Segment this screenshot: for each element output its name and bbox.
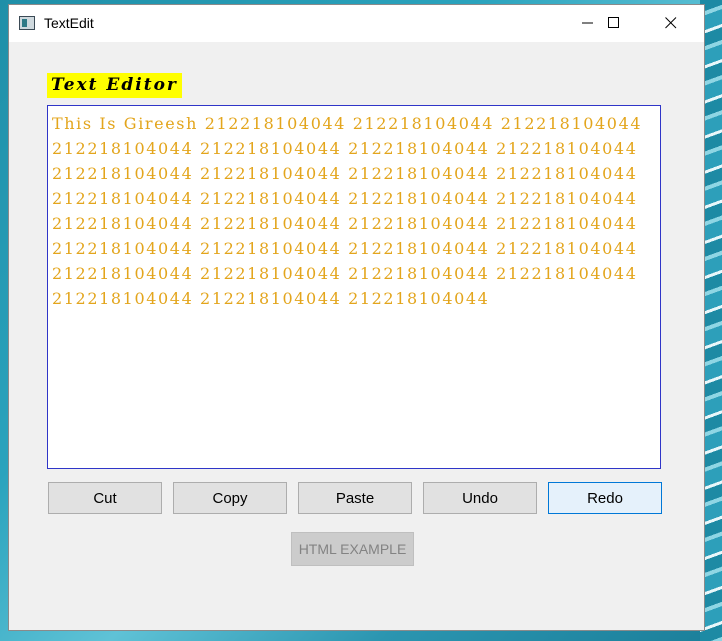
redo-button[interactable]: Redo [548, 482, 662, 514]
close-icon [665, 17, 677, 29]
cut-button[interactable]: Cut [48, 482, 162, 514]
undo-button[interactable]: Undo [423, 482, 537, 514]
editor-content[interactable]: This Is Gireesh 212218104044 21221810404… [48, 106, 660, 316]
window-title: TextEdit [44, 15, 94, 31]
html-example-button[interactable]: HTML EXAMPLE [291, 532, 414, 566]
text-editor[interactable]: This Is Gireesh 212218104044 21221810404… [47, 105, 661, 469]
maximize-button[interactable] [593, 5, 639, 42]
app-icon [19, 16, 35, 30]
copy-button[interactable]: Copy [173, 482, 287, 514]
close-button[interactable] [650, 5, 696, 42]
editor-heading: Text Editor [47, 73, 182, 98]
textedit-window: TextEdit Text Editor This Is Gireesh 212… [8, 4, 705, 631]
paste-button[interactable]: Paste [298, 482, 412, 514]
title-bar[interactable]: TextEdit [9, 5, 704, 42]
maximize-icon [608, 17, 619, 28]
